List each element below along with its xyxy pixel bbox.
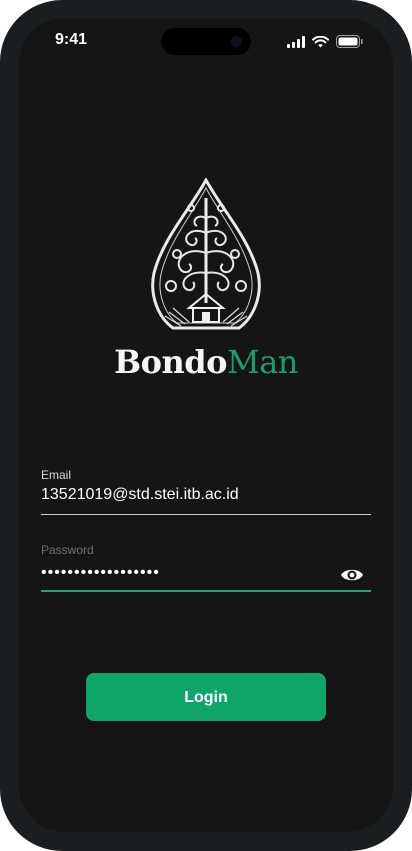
wifi-icon (312, 35, 329, 47)
login-button[interactable]: Login (86, 673, 326, 721)
status-time: 9:41 (55, 31, 88, 48)
signal-icon (287, 35, 305, 48)
email-field[interactable]: 13521019@std.stei.itb.ac.id (41, 486, 371, 508)
battery-icon (336, 35, 363, 48)
app-screen: 9:41 BondoMan Email 13521019@std.stei.it… (19, 18, 393, 832)
brand-title: BondoMan (19, 343, 393, 381)
password-label: Password (41, 543, 94, 557)
email-underline (41, 514, 371, 515)
dynamic-island (161, 28, 251, 55)
brand-title-part2: Man (226, 343, 298, 381)
email-label: Email (41, 468, 72, 482)
status-icons (287, 35, 363, 48)
logo-gunungan-icon (151, 176, 261, 338)
password-field[interactable]: •••••••••••••••••• (41, 564, 371, 586)
brand-title-part1: Bondo (114, 343, 227, 381)
password-underline (41, 590, 371, 592)
phone-frame: 9:41 BondoMan Email 13521019@std.stei.it… (0, 0, 412, 851)
camera-icon (231, 36, 242, 47)
show-password-eye-icon[interactable] (339, 564, 365, 586)
status-bar: 9:41 (19, 18, 393, 64)
